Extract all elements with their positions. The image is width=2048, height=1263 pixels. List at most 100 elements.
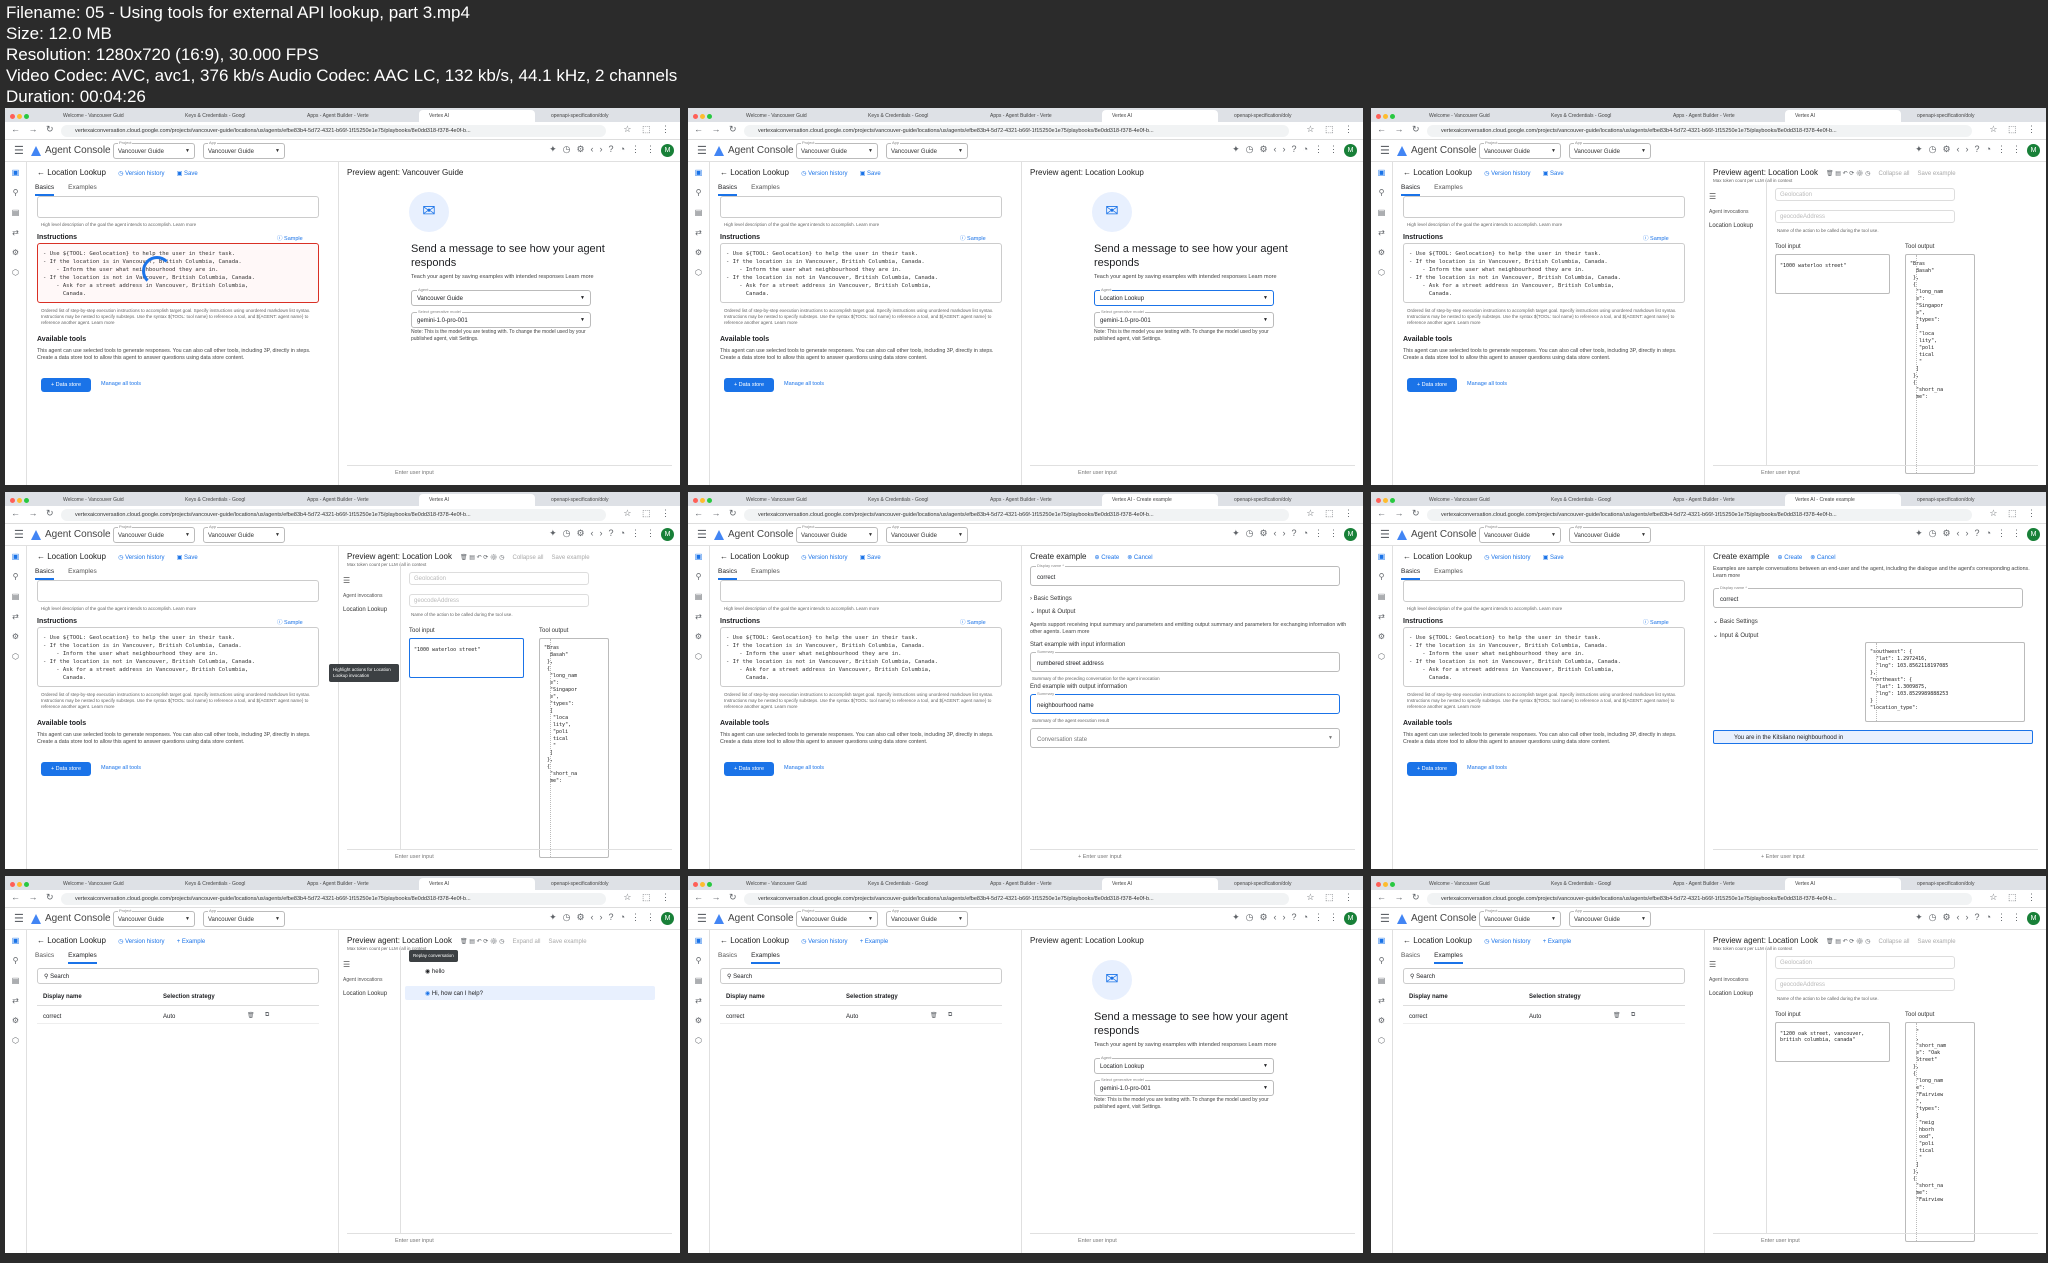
browser-tab[interactable]: Apps - Agent Builder - Verte (980, 494, 1096, 506)
ai-icon[interactable]: ✦ (549, 912, 563, 922)
save-button[interactable]: ▣ Save (1543, 171, 1564, 177)
tab-examples[interactable]: Examples (68, 568, 97, 578)
browser-tab[interactable]: Vertex AI (419, 110, 535, 122)
browser-tab[interactable]: openapi-specification/doly (541, 494, 657, 506)
flows-icon[interactable]: ⇄ (1371, 996, 1392, 1005)
notifications-icon[interactable]: ◔ (620, 528, 631, 538)
collapse-all-button[interactable]: Expand all (513, 939, 541, 945)
code-icon[interactable]: ‹› (1274, 912, 1292, 922)
flows-icon[interactable]: ⇄ (688, 612, 709, 621)
model-select[interactable]: Select generative model gemini-1.0-pro-00… (1094, 309, 1274, 328)
save-button[interactable]: ▣ Save (860, 555, 881, 561)
tab-basics[interactable]: Basics (35, 184, 55, 196)
browser-tab[interactable]: openapi-specification/doly (1907, 878, 2023, 890)
tool-output-field[interactable]: "Bras Basah" }, { "long_nam e": "Singapo… (1905, 254, 1975, 474)
save-button[interactable]: ▣ Save (1543, 555, 1564, 561)
notifications-icon[interactable]: ◔ (1303, 144, 1314, 154)
history-icon[interactable]: ◷ (1246, 144, 1260, 154)
window-controls[interactable] (693, 496, 714, 505)
manage-tools-link[interactable]: Manage all tools (101, 765, 141, 771)
menu-icon[interactable]: ☰ (14, 144, 24, 157)
apps-grid-icon[interactable]: ⋮⋮ (1997, 528, 2027, 538)
settings-icon[interactable]: ⚙ (5, 632, 26, 641)
nav-arrows-icon[interactable]: ← → ↻ (11, 508, 57, 519)
avatar[interactable]: M (1344, 912, 1357, 925)
manage-tools-link[interactable]: Manage all tools (784, 765, 824, 771)
display-name-field[interactable]: Display name * correct (1030, 563, 1340, 586)
history-icon[interactable]: ◷ (563, 144, 577, 154)
examples-icon[interactable]: ▤ (1371, 976, 1392, 985)
browser-tab[interactable]: Keys & Credentials - Googl (858, 110, 974, 122)
tab-basics[interactable]: Basics (718, 568, 738, 580)
examples-icon[interactable]: ▤ (1371, 592, 1392, 601)
settings-icon[interactable]: ⚙ (688, 248, 709, 257)
menu-icon[interactable]: ☰ (1380, 528, 1390, 541)
version-history-button[interactable]: ◷ Version history (1484, 171, 1530, 177)
examples-icon[interactable]: ▤ (688, 208, 709, 217)
browser-tab[interactable]: Keys & Credentials - Googl (175, 878, 291, 890)
action-select[interactable]: geocodeAddress (409, 594, 589, 607)
browser-actions-icon[interactable]: ☆ ⬚ ⋮ (623, 892, 674, 903)
instructions-field[interactable]: - Use ${TOOL: Geolocation} to help the u… (37, 627, 319, 687)
create-button[interactable]: ⊕ Create (1094, 555, 1119, 561)
browser-tab[interactable]: Keys & Credentials - Googl (858, 878, 974, 890)
user-input[interactable]: Enter user input (1713, 465, 2038, 479)
instructions-field[interactable]: - Use ${TOOL: Geolocation} to help the u… (1403, 243, 1685, 303)
action-select[interactable]: geocodeAddress (1775, 978, 1955, 991)
project-select[interactable]: Project Vancouver Guide ▼ (1479, 908, 1561, 927)
notifications-icon[interactable]: ◔ (1986, 144, 1997, 154)
tool-output-field[interactable]: " , "short_nam e": "Oak Street" }, { "lo… (1905, 1022, 1975, 1242)
version-history-button[interactable]: ◷ Version history (801, 939, 847, 945)
deploy-icon[interactable]: ⬡ (5, 1036, 26, 1045)
nav-arrows-icon[interactable]: ← → ↻ (1377, 892, 1423, 903)
avatar[interactable]: M (661, 144, 674, 157)
input-output-section[interactable]: ⌄ Input & Output (1030, 608, 1075, 615)
ai-icon[interactable]: ✦ (1232, 528, 1246, 538)
notifications-icon[interactable]: ◔ (620, 912, 631, 922)
tab-examples[interactable]: Examples (1434, 184, 1463, 194)
address-bar[interactable]: vertexaiconversation.cloud.google.com/pr… (1427, 509, 1972, 521)
flows-icon[interactable]: ⇄ (1371, 612, 1392, 621)
goal-field[interactable] (37, 196, 319, 218)
history-icon[interactable]: ◷ (1929, 528, 1943, 538)
settings-icon[interactable]: ⚙ (5, 1016, 26, 1025)
toolbar-icons[interactable]: 🗑 ▤ ↶ ⟳ ⚙ ◷ (1826, 171, 1871, 177)
delete-icon[interactable]: 🗑 (1613, 1012, 1621, 1019)
browser-tab[interactable]: Welcome - Vancouver Guid (53, 878, 169, 890)
model-select[interactable]: Select generative model gemini-1.0-pro-00… (411, 309, 591, 328)
app-select[interactable]: App Vancouver Guide ▼ (1569, 908, 1651, 927)
examples-icon[interactable]: ▤ (688, 592, 709, 601)
agent-select[interactable]: Agent Location Lookup ▼ (1094, 287, 1274, 306)
browser-tab[interactable]: Apps - Agent Builder - Verte (297, 878, 413, 890)
invocation-location-lookup[interactable]: Location Lookup (343, 991, 396, 997)
avatar[interactable]: M (661, 528, 674, 541)
search-input[interactable]: ⚲ Search (720, 968, 1002, 984)
collapse-all-button[interactable]: Collapse all (1879, 939, 1910, 945)
flows-icon[interactable]: ⇄ (1371, 228, 1392, 237)
settings-icon[interactable]: ⚙ (688, 1016, 709, 1025)
tab-basics[interactable]: Basics (1401, 568, 1421, 580)
browser-tab[interactable]: Apps - Agent Builder - Verte (980, 110, 1096, 122)
add-data-store-button[interactable]: + Data store (1407, 762, 1457, 776)
app-select[interactable]: App Vancouver Guide ▼ (203, 140, 285, 159)
ai-icon[interactable]: ✦ (549, 144, 563, 154)
window-controls[interactable] (10, 496, 31, 505)
app-select[interactable]: App Vancouver Guide ▼ (203, 524, 285, 543)
address-bar[interactable]: vertexaiconversation.cloud.google.com/pr… (744, 125, 1289, 137)
code-icon[interactable]: ‹› (1957, 912, 1975, 922)
goal-field[interactable] (1403, 580, 1685, 602)
browser-actions-icon[interactable]: ☆ ⬚ ⋮ (1306, 508, 1357, 519)
version-history-button[interactable]: ◷ Version history (801, 555, 847, 561)
app-select[interactable]: App Vancouver Guide ▼ (886, 908, 968, 927)
history-icon[interactable]: ◷ (563, 528, 577, 538)
ai-icon[interactable]: ✦ (1915, 528, 1929, 538)
browser-tab[interactable]: openapi-specification/doly (1907, 494, 2023, 506)
apps-grid-icon[interactable]: ⋮⋮ (1314, 528, 1344, 538)
tools-icon[interactable]: ⚲ (1371, 572, 1392, 581)
user-input[interactable]: Enter user input (347, 1233, 672, 1247)
address-bar[interactable]: vertexaiconversation.cloud.google.com/pr… (61, 509, 606, 521)
apps-grid-icon[interactable]: ⋮⋮ (1314, 144, 1344, 154)
add-data-store-button[interactable]: + Data store (41, 378, 91, 392)
deploy-icon[interactable]: ⬡ (688, 1036, 709, 1045)
sample-link[interactable]: ⓘ Sample (960, 234, 986, 242)
